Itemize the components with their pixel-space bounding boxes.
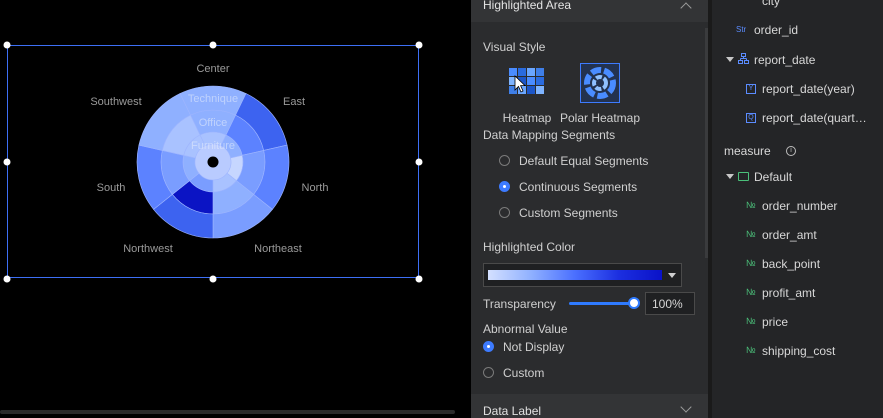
chart-canvas[interactable]: Center East North Northeast Northwest South So… (0, 0, 471, 418)
number-type-icon: № (746, 200, 756, 210)
radio-icon[interactable] (499, 207, 510, 218)
field-list: city Str order_id report_date Y report_d… (708, 0, 883, 418)
field-label: order_number (762, 199, 838, 213)
style-panel: Highlighted Area Visual Style Heatmap Po… (471, 0, 708, 418)
visual-style-label: Visual Style (483, 40, 546, 54)
data-label-header[interactable]: Data Label (471, 394, 708, 418)
quarter-type-icon: Q (746, 113, 756, 123)
field-label: report_date (754, 53, 816, 67)
field-label: order_amt (762, 228, 817, 242)
option-label: Not Display (503, 340, 565, 354)
field-label: city (762, 0, 780, 8)
polar-heatmap-style-option[interactable] (580, 63, 620, 103)
string-type-icon: Str (736, 25, 747, 34)
field-label: Default (754, 170, 793, 184)
chevron-up-icon[interactable] (680, 2, 692, 14)
highlighted-color-label: Highlighted Color (483, 240, 576, 254)
number-type-icon: № (746, 316, 756, 326)
expand-triangle-icon[interactable] (726, 57, 734, 62)
resize-handle-tl[interactable] (3, 41, 11, 49)
color-gradient-swatch (488, 270, 662, 280)
field-label: report_date(year) (762, 82, 855, 96)
data-label-title: Data Label (483, 404, 542, 418)
polar-heatmap-icon (584, 67, 616, 99)
option-label: Default Equal Segments (519, 154, 649, 168)
data-mapping-label: Data Mapping Segments (483, 128, 616, 142)
highlighted-color-select[interactable] (483, 263, 682, 287)
hierarchy-icon (738, 53, 749, 64)
option-label: Continuous Segments (519, 180, 638, 194)
radio-selected-icon[interactable] (499, 181, 510, 192)
resize-handle-bl[interactable] (3, 275, 11, 283)
measure-label: measure (724, 144, 771, 158)
resize-handle-l[interactable] (3, 158, 11, 166)
field-label: order_id (754, 23, 799, 37)
abnormal-value-label: Abnormal Value (483, 322, 568, 336)
radio-icon[interactable] (499, 155, 510, 166)
transparency-slider-thumb[interactable] (628, 297, 640, 309)
folder-icon (738, 172, 749, 181)
year-type-icon: Y (746, 84, 756, 94)
transparency-input[interactable]: 100% (645, 292, 695, 315)
section-title: Highlighted Area (483, 0, 572, 12)
resize-handle-r[interactable] (415, 158, 423, 166)
field-label: back_point (762, 257, 821, 271)
heatmap-icon (509, 68, 544, 94)
number-type-icon: № (746, 287, 756, 297)
expand-triangle-icon[interactable] (726, 174, 734, 179)
number-type-icon: № (746, 229, 756, 239)
chart-selection-frame[interactable] (7, 45, 419, 278)
option-label: Custom Segments (519, 206, 618, 220)
transparency-slider-track[interactable] (569, 302, 635, 305)
canvas-scrollbar[interactable] (0, 410, 455, 414)
radio-icon[interactable] (483, 367, 494, 378)
field-label: price (762, 315, 789, 329)
polar-heatmap-style-label: Polar Heatmap (559, 111, 641, 125)
transparency-label: Transparency (483, 297, 556, 311)
resize-handle-br[interactable] (415, 275, 423, 283)
chevron-down-icon[interactable] (680, 401, 692, 413)
resize-handle-b[interactable] (209, 275, 217, 283)
info-icon[interactable]: i (786, 146, 796, 156)
resize-handle-tr[interactable] (415, 41, 423, 49)
measure-section-label: measure i (724, 144, 796, 158)
field-label: shipping_cost (762, 344, 836, 358)
number-type-icon: № (746, 345, 756, 355)
heatmap-style-option[interactable] (507, 63, 547, 103)
option-label: Custom (503, 366, 545, 380)
resize-handle-t[interactable] (209, 41, 217, 49)
radio-selected-icon[interactable] (483, 341, 494, 352)
field-label: report_date(quart… (762, 111, 867, 125)
caret-down-icon[interactable] (668, 273, 676, 278)
field-city[interactable]: city (762, 0, 780, 8)
highlighted-area-header[interactable]: Highlighted Area (471, 0, 708, 22)
number-type-icon: № (746, 258, 756, 268)
field-label: profit_amt (762, 286, 816, 300)
